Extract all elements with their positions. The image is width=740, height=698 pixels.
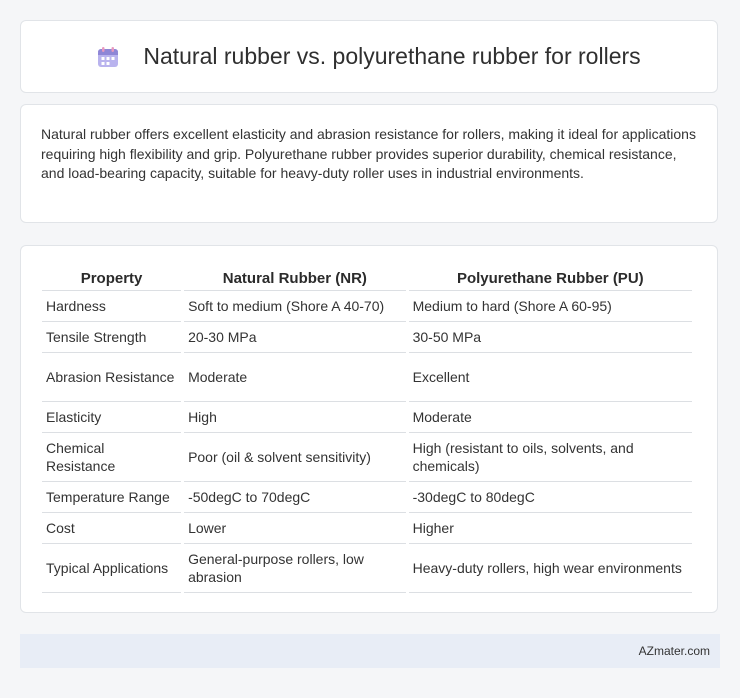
table-row: Abrasion Resistance Moderate Excellent <box>42 353 692 402</box>
nr-value-cell: -50degC to 70degC <box>184 482 406 513</box>
nr-value-cell: Moderate <box>184 353 406 402</box>
column-header-polyurethane: Polyurethane Rubber (PU) <box>408 264 692 291</box>
pu-value-cell: High (resistant to oils, solvents, and c… <box>408 433 692 482</box>
pu-value-cell: Excellent <box>408 353 692 402</box>
table-row: Typical Applications General-purpose rol… <box>42 544 692 593</box>
nr-value-cell: 20-30 MPa <box>184 322 406 353</box>
pu-value-cell: Moderate <box>408 402 692 433</box>
nr-value-cell: General-purpose rollers, low abrasion <box>184 544 406 593</box>
footer-brand: AZmater.com <box>638 644 710 658</box>
comparison-table: Property Natural Rubber (NR) Polyurethan… <box>39 264 695 593</box>
property-cell: Elasticity <box>42 402 182 433</box>
pu-value-cell: -30degC to 80degC <box>408 482 692 513</box>
pu-value-cell: Medium to hard (Shore A 60-95) <box>408 291 692 322</box>
property-cell: Typical Applications <box>42 544 182 593</box>
property-cell: Temperature Range <box>42 482 182 513</box>
comparison-table-card: Property Natural Rubber (NR) Polyurethan… <box>20 245 718 613</box>
property-cell: Cost <box>42 513 182 544</box>
nr-value-cell: High <box>184 402 406 433</box>
property-cell: Abrasion Resistance <box>42 353 182 402</box>
summary-card: Natural rubber offers excellent elastici… <box>20 104 718 223</box>
table-row: Hardness Soft to medium (Shore A 40-70) … <box>42 291 692 322</box>
table-row: Cost Lower Higher <box>42 513 692 544</box>
nr-value-cell: Poor (oil & solvent sensitivity) <box>184 433 406 482</box>
pu-value-cell: 30-50 MPa <box>408 322 692 353</box>
title-card: Natural rubber vs. polyurethane rubber f… <box>20 20 718 93</box>
calendar-icon <box>97 46 119 68</box>
summary-text: Natural rubber offers excellent elastici… <box>41 126 696 181</box>
pu-value-cell: Heavy-duty rollers, high wear environmen… <box>408 544 692 593</box>
table-header-row: Property Natural Rubber (NR) Polyurethan… <box>42 264 692 291</box>
table-row: Chemical Resistance Poor (oil & solvent … <box>42 433 692 482</box>
table-row: Tensile Strength 20-30 MPa 30-50 MPa <box>42 322 692 353</box>
nr-value-cell: Lower <box>184 513 406 544</box>
footer-bar: AZmater.com <box>20 634 720 668</box>
table-row: Elasticity High Moderate <box>42 402 692 433</box>
pu-value-cell: Higher <box>408 513 692 544</box>
property-cell: Hardness <box>42 291 182 322</box>
nr-value-cell: Soft to medium (Shore A 40-70) <box>184 291 406 322</box>
table-row: Temperature Range -50degC to 70degC -30d… <box>42 482 692 513</box>
property-cell: Tensile Strength <box>42 322 182 353</box>
property-cell: Chemical Resistance <box>42 433 182 482</box>
column-header-natural-rubber: Natural Rubber (NR) <box>184 264 406 291</box>
column-header-property: Property <box>42 264 182 291</box>
page-title: Natural rubber vs. polyurethane rubber f… <box>143 43 641 69</box>
